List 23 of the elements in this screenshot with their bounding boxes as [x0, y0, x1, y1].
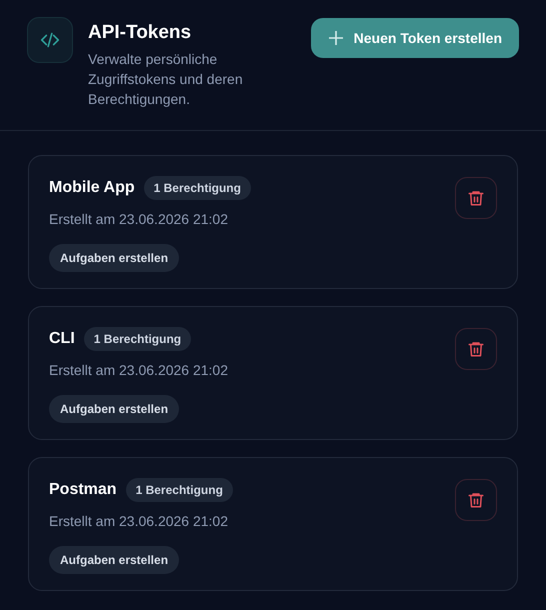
permission-tag: Aufgaben erstellen: [49, 244, 180, 272]
token-name: Postman: [49, 480, 117, 500]
code-icon: [27, 17, 73, 63]
plus-icon: [328, 30, 344, 46]
create-token-button[interactable]: Neuen Token erstellen: [310, 18, 519, 58]
page-title: API-Tokens: [88, 21, 192, 45]
permission-count-badge: 1 Berechtigung: [84, 327, 192, 351]
created-date: Erstellt am 23.06.2026 21:02: [49, 361, 228, 380]
delete-button[interactable]: [455, 479, 497, 521]
trash-icon: [467, 189, 485, 207]
created-date: Erstellt am 23.06.2026 21:02: [49, 210, 230, 229]
page-description: Verwalte persönliche Zugriffstokens und deren Berechtigungen.: [88, 50, 244, 109]
delete-button[interactable]: [455, 177, 497, 219]
token-name: Mobile App: [49, 178, 135, 198]
token-name: CLI: [49, 329, 75, 349]
permission-count-badge: 1 Berechtigung: [126, 478, 233, 502]
created-date: Erstellt am 23.06.2026 21:02: [49, 512, 230, 531]
delete-button[interactable]: [455, 328, 497, 370]
permission-count-badge: 1 Berechtigung: [144, 176, 251, 200]
trash-icon: [467, 340, 485, 358]
trash-icon: [467, 491, 485, 509]
permission-tag: Aufgaben erstellen: [49, 395, 180, 423]
permission-tag: Aufgaben erstellen: [49, 546, 180, 574]
